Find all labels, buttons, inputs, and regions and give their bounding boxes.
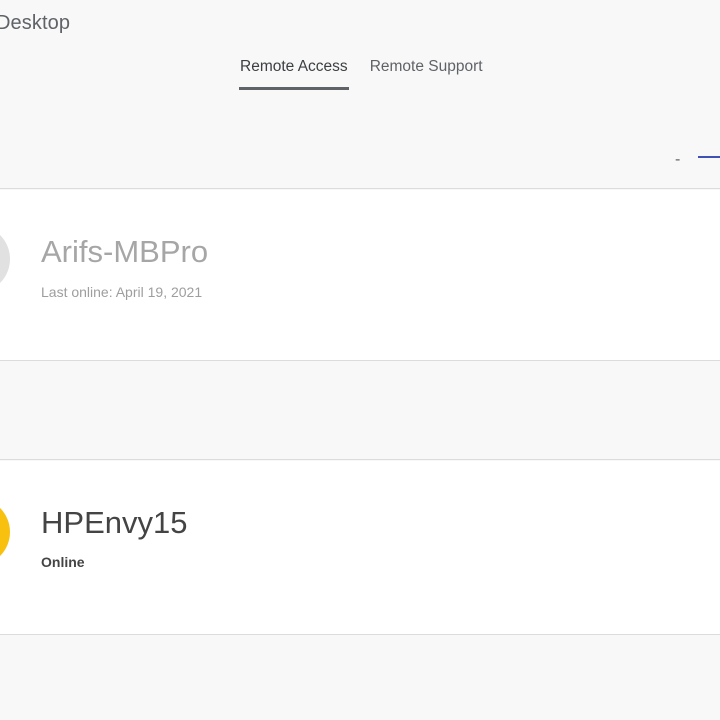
tab-bar: Remote Access Remote Support <box>239 56 484 90</box>
page: Desktop Remote Access Remote Support - A… <box>0 0 720 720</box>
device-avatar-icon <box>0 498 10 566</box>
tab-remote-access[interactable]: Remote Access <box>239 56 349 90</box>
device-name[interactable]: HPEnvy15 <box>41 505 187 541</box>
device-avatar-icon <box>0 225 10 293</box>
tab-remote-support[interactable]: Remote Support <box>369 56 484 90</box>
device-status: Last online: April 19, 2021 <box>41 284 203 300</box>
divider <box>0 360 720 361</box>
divider <box>0 459 720 460</box>
collapse-dash-icon[interactable]: - <box>675 151 680 169</box>
device-card-hpenvy15[interactable] <box>0 461 720 634</box>
device-status: Online <box>41 554 85 570</box>
app-title: Desktop <box>0 12 71 34</box>
divider <box>0 634 720 635</box>
divider <box>0 188 720 189</box>
device-name[interactable]: Arifs-MBPro <box>41 234 208 270</box>
device-card-arifs-mbpro[interactable] <box>0 190 720 360</box>
accent-line <box>698 156 720 158</box>
